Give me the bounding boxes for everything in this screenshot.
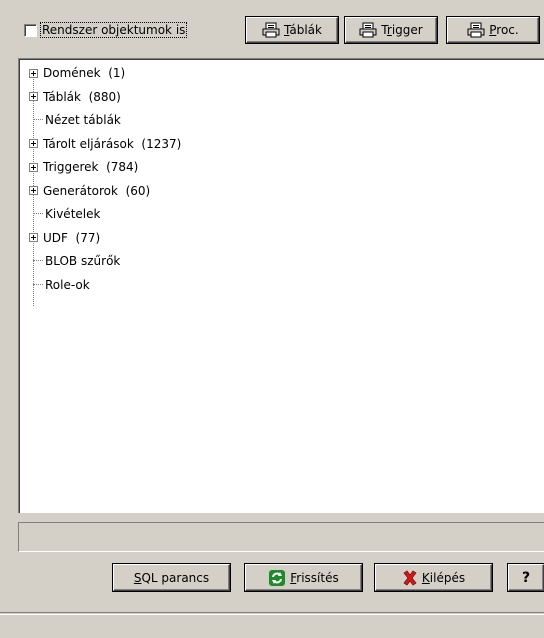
expand-plus-icon[interactable] bbox=[29, 68, 38, 78]
printer-icon bbox=[467, 22, 485, 38]
trigger-print-button[interactable]: Trigger bbox=[345, 17, 437, 43]
tree-item[interactable]: Domének (1) bbox=[29, 64, 125, 82]
exit-button-label: Kilépés bbox=[421, 570, 466, 585]
tree-leaf-connector bbox=[33, 283, 43, 286]
tree-item[interactable]: Kivételek bbox=[29, 205, 100, 223]
help-button-label: ? bbox=[521, 569, 531, 586]
trigger-button-label: Trigger bbox=[381, 23, 423, 37]
toolbar: Rendszer objektumok is Táblák Trigger Pr… bbox=[0, 0, 544, 56]
tree-item[interactable]: Role-ok bbox=[29, 276, 90, 294]
sql-command-button[interactable]: SQL parancs bbox=[113, 564, 230, 591]
expand-plus-icon[interactable] bbox=[29, 233, 38, 242]
tree-leaf-connector bbox=[33, 213, 43, 215]
tables-print-button[interactable]: Táblák bbox=[246, 17, 338, 43]
tree-item-label[interactable]: Generátorok (60) bbox=[43, 184, 150, 198]
proc-print-button[interactable]: Proc. bbox=[447, 17, 539, 43]
tables-button-label: Táblák bbox=[284, 23, 322, 37]
tree-item-label[interactable]: Domének (1) bbox=[43, 66, 125, 80]
window-bottom-edge bbox=[0, 612, 544, 638]
expand-plus-icon[interactable] bbox=[29, 92, 38, 101]
object-tree[interactable]: Domének (1) Táblák (880) Nézet táblák Tárol… bbox=[18, 58, 544, 513]
tree-leaf-connector bbox=[33, 260, 43, 262]
expand-plus-icon[interactable] bbox=[29, 186, 38, 195]
tree-item[interactable]: Nézet táblák bbox=[29, 111, 121, 129]
tree-item[interactable]: UDF (77) bbox=[29, 229, 100, 247]
checkbox-box[interactable] bbox=[24, 23, 37, 37]
refresh-button-label: Frissítés bbox=[290, 570, 339, 585]
system-objects-label[interactable]: Rendszer objektumok is bbox=[39, 22, 188, 38]
tree-item-label[interactable]: Kivételek bbox=[45, 207, 100, 221]
tree-item-label[interactable]: Nézet táblák bbox=[45, 113, 121, 127]
tree-item-label[interactable]: Tárolt eljárások (1237) bbox=[43, 137, 181, 151]
proc-button-label: Proc. bbox=[489, 23, 519, 37]
tree-item-label[interactable]: Táblák (880) bbox=[43, 90, 121, 104]
tree-item-label[interactable]: Role-ok bbox=[45, 278, 90, 292]
tree-item[interactable]: Táblák (880) bbox=[29, 88, 121, 106]
help-button[interactable]: ? bbox=[508, 564, 544, 591]
sql-button-label: SQL parancs bbox=[133, 570, 210, 585]
tree-item[interactable]: Generátorok (60) bbox=[29, 182, 150, 200]
refresh-icon bbox=[268, 569, 286, 587]
status-bar bbox=[18, 522, 544, 552]
expand-plus-icon[interactable] bbox=[29, 139, 38, 148]
x-mark-icon bbox=[402, 570, 418, 586]
tree-item[interactable]: Tárolt eljárások (1237) bbox=[29, 135, 181, 153]
tree-item[interactable]: BLOB szűrők bbox=[29, 252, 120, 270]
tree-item-label[interactable]: Triggerek (784) bbox=[43, 160, 138, 174]
system-objects-checkbox[interactable]: Rendszer objektumok is bbox=[24, 22, 188, 38]
tree-item-label[interactable]: UDF (77) bbox=[43, 231, 100, 245]
exit-button[interactable]: Kilépés bbox=[375, 564, 492, 591]
printer-icon bbox=[262, 22, 280, 38]
tree-item-label[interactable]: BLOB szűrők bbox=[45, 254, 120, 268]
tree-item[interactable]: Triggerek (784) bbox=[29, 158, 138, 176]
expand-plus-icon[interactable] bbox=[29, 162, 38, 172]
refresh-button[interactable]: Frissítés bbox=[245, 564, 362, 591]
tree-leaf-connector bbox=[33, 119, 43, 121]
printer-icon bbox=[359, 22, 377, 38]
